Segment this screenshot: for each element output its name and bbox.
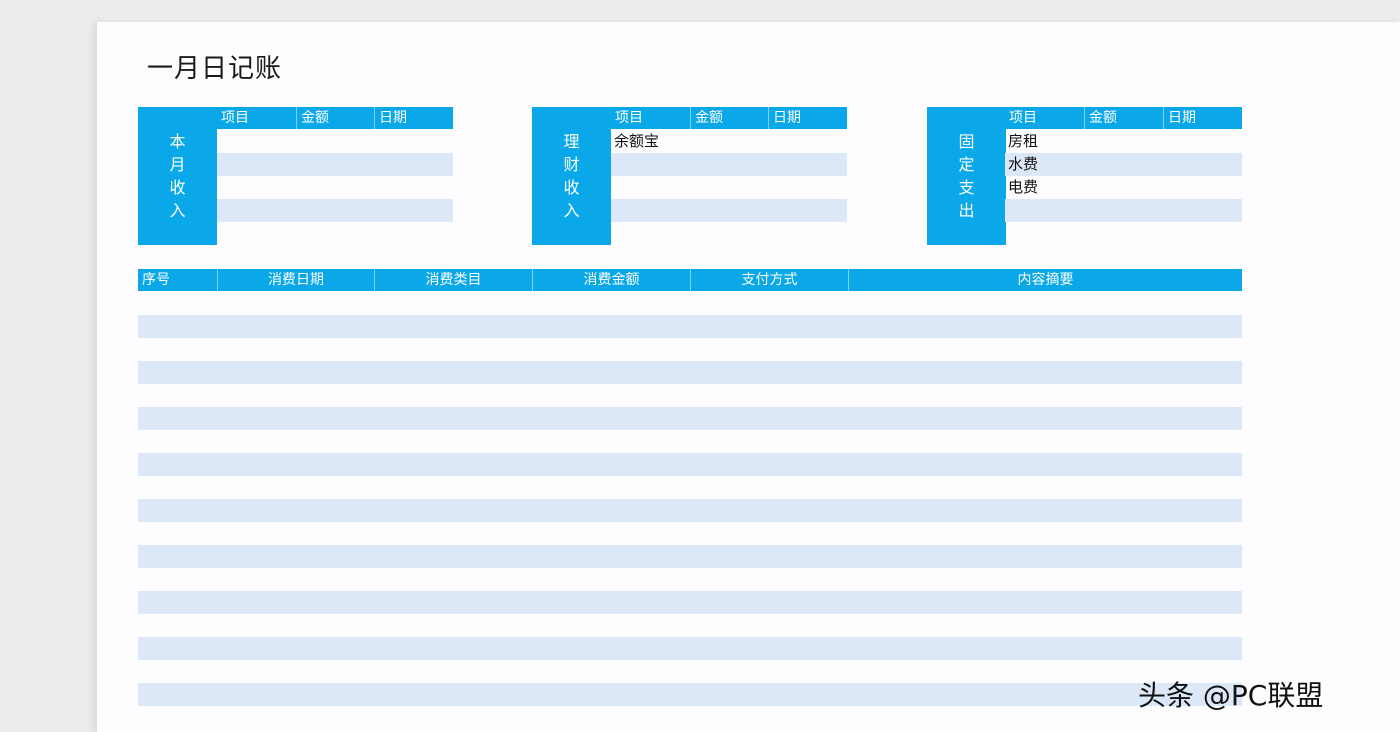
- ledger-row[interactable]: [138, 315, 1242, 338]
- ledger-header-cell[interactable]: 消费金额: [532, 269, 690, 291]
- table-row[interactable]: [217, 199, 453, 222]
- ledger-row[interactable]: [138, 292, 1242, 315]
- ledger-row[interactable]: [138, 522, 1242, 545]
- header-cell[interactable]: 项目: [1005, 107, 1084, 129]
- side-char: 入: [169, 201, 186, 220]
- table-row[interactable]: [611, 176, 847, 199]
- side-char: 月: [169, 155, 186, 174]
- header-cell[interactable]: 金额: [690, 107, 768, 129]
- side-char: 固: [958, 132, 975, 151]
- ledger-header-cell[interactable]: 支付方式: [690, 269, 848, 291]
- header-cell[interactable]: 日期: [374, 107, 453, 129]
- side-char: 定: [958, 155, 975, 174]
- section-fixed-expense-header: 项目 金额 日期: [1005, 107, 1242, 129]
- ledger-row[interactable]: [138, 706, 1242, 729]
- ledger-header-cell[interactable]: 消费日期: [217, 269, 374, 291]
- table-row[interactable]: [217, 176, 453, 199]
- table-row[interactable]: 电费: [1005, 176, 1242, 199]
- table-row[interactable]: 房租: [1005, 130, 1242, 153]
- section-investment-header: 项目 金额 日期: [611, 107, 847, 129]
- table-row[interactable]: [611, 153, 847, 176]
- section-investment-label: 理 财 收 入: [532, 107, 611, 245]
- ledger-row[interactable]: [138, 361, 1242, 384]
- side-char: 本: [169, 132, 186, 151]
- header-cell[interactable]: 日期: [1163, 107, 1242, 129]
- ledger-row[interactable]: [138, 430, 1242, 453]
- side-char: 理: [563, 132, 580, 151]
- ledger-row[interactable]: [138, 614, 1242, 637]
- ledger-row[interactable]: [138, 545, 1242, 568]
- header-cell[interactable]: 项目: [217, 107, 296, 129]
- table-row[interactable]: 余额宝: [611, 130, 847, 153]
- ledger-row[interactable]: [138, 499, 1242, 522]
- side-char: 财: [563, 155, 580, 174]
- table-row[interactable]: [217, 153, 453, 176]
- side-char: 出: [958, 201, 975, 220]
- ledger-header: 序号 消费日期 消费类目 消费金额 支付方式 内容摘要: [138, 269, 1242, 291]
- table-row[interactable]: [1005, 199, 1242, 222]
- table-row[interactable]: 水费: [1005, 153, 1242, 176]
- section-fixed-expense-label: 固 定 支 出: [927, 107, 1006, 245]
- ledger-row[interactable]: [138, 384, 1242, 407]
- ledger-row[interactable]: [138, 453, 1242, 476]
- side-char: 收: [169, 178, 186, 197]
- header-cell[interactable]: 金额: [1084, 107, 1163, 129]
- ledger-row[interactable]: [138, 591, 1242, 614]
- table-row[interactable]: [217, 130, 453, 153]
- ledger-row[interactable]: [138, 637, 1242, 660]
- header-cell[interactable]: 日期: [768, 107, 847, 129]
- ledger-row[interactable]: [138, 660, 1242, 683]
- ledger-row[interactable]: [138, 683, 1242, 706]
- header-cell[interactable]: 金额: [296, 107, 374, 129]
- ledger-row[interactable]: [138, 338, 1242, 361]
- ledger-header-cell[interactable]: 内容摘要: [848, 269, 1242, 291]
- ledger-header-cell[interactable]: 消费类目: [374, 269, 532, 291]
- ledger-row[interactable]: [138, 476, 1242, 499]
- header-cell[interactable]: 项目: [611, 107, 690, 129]
- table-row[interactable]: [611, 199, 847, 222]
- section-income-header: 项目 金额 日期: [217, 107, 453, 129]
- side-char: 支: [958, 178, 975, 197]
- ledger-row[interactable]: [138, 568, 1242, 591]
- page-title: 一月日记账: [147, 54, 283, 84]
- ledger-row[interactable]: [138, 407, 1242, 430]
- ledger-header-cell[interactable]: 序号: [138, 269, 217, 291]
- side-char: 入: [563, 201, 580, 220]
- side-char: 收: [563, 178, 580, 197]
- watermark: 头条 @PC联盟: [1138, 679, 1324, 712]
- section-income-label: 本 月 收 入: [138, 107, 217, 245]
